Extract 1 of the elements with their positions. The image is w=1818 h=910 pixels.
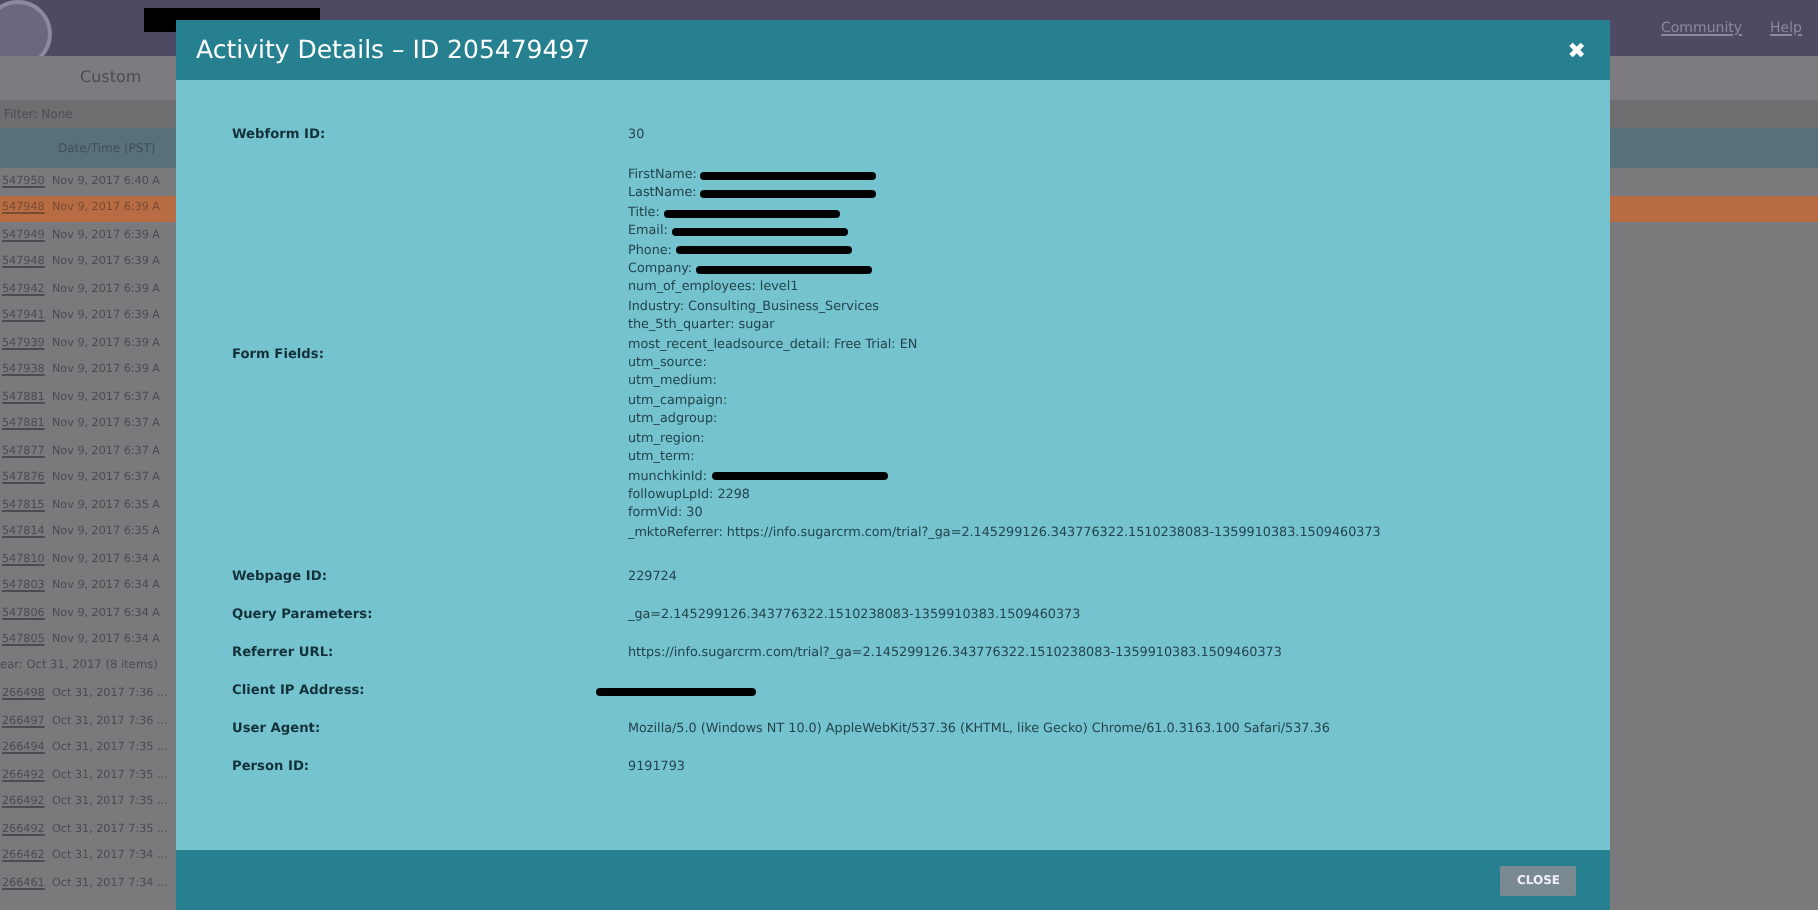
modal-title: Activity Details – ID 205479497 (196, 31, 591, 68)
